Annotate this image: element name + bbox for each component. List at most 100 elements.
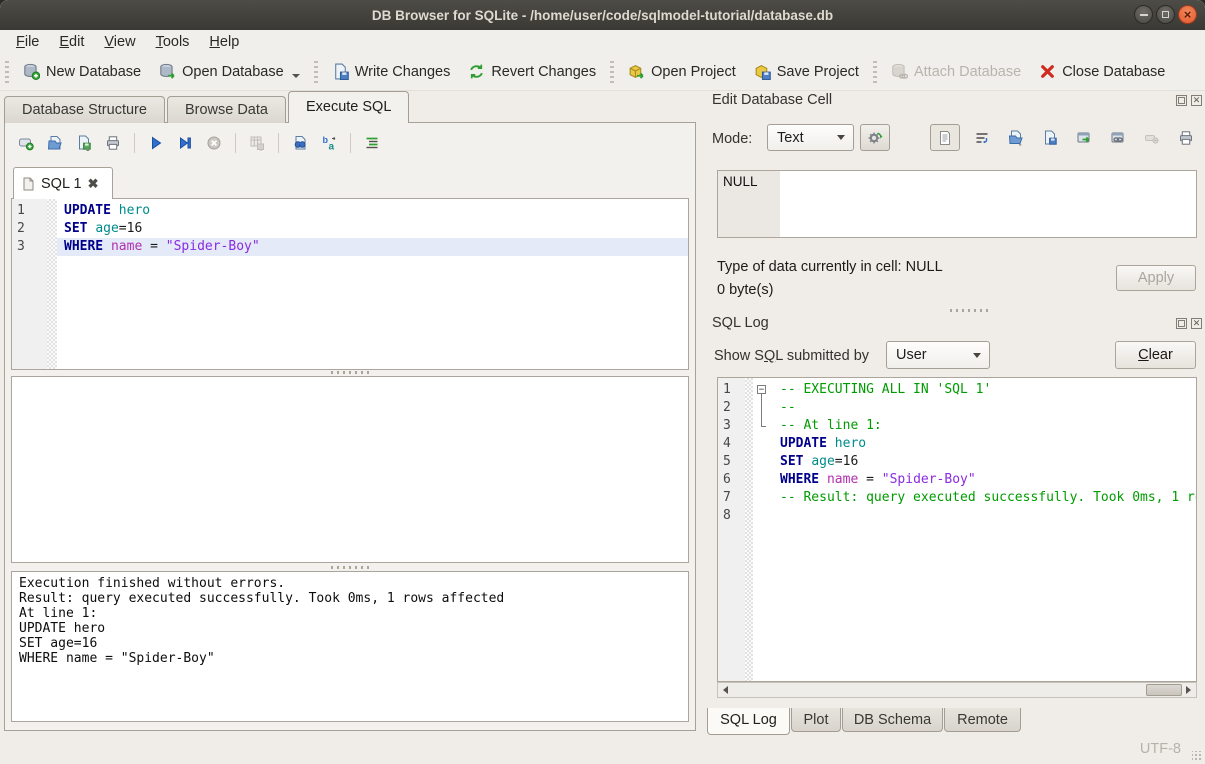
sql-tab-close-icon[interactable]: ✖ xyxy=(88,176,99,192)
dock-tab-plot[interactable]: Plot xyxy=(791,708,841,732)
main-toolbar: New Database Open Database Write Changes… xyxy=(0,53,1205,91)
revert-changes-button[interactable]: Revert Changes xyxy=(459,58,605,85)
tab-execute-sql[interactable]: Execute SQL xyxy=(288,91,409,123)
menu-help[interactable]: Help xyxy=(199,32,249,52)
sql-document-icon xyxy=(22,177,35,191)
scrollbar-thumb[interactable] xyxy=(1146,684,1182,696)
code-line: 4UPDATE hero xyxy=(718,435,1196,453)
new-database-button[interactable]: New Database xyxy=(14,58,150,85)
maximize-button[interactable] xyxy=(1156,5,1175,24)
resize-grip[interactable] xyxy=(1192,751,1202,761)
export-data-icon xyxy=(1042,130,1058,146)
open-external-button[interactable] xyxy=(1071,125,1096,150)
execute-all-button[interactable] xyxy=(143,130,169,156)
code-line: 2-- xyxy=(718,399,1196,417)
scroll-left-icon[interactable] xyxy=(718,683,733,697)
fold-marker-icon[interactable]: − xyxy=(753,381,773,399)
export-data-button[interactable] xyxy=(1037,125,1062,150)
code-line: 5SET age=16 xyxy=(718,453,1196,471)
open-project-icon xyxy=(628,63,645,80)
open-database-dropdown-caret[interactable] xyxy=(292,74,300,78)
text-mode-icon xyxy=(937,130,953,146)
revert-changes-label: Revert Changes xyxy=(491,64,596,80)
import-data-button[interactable] xyxy=(1003,125,1028,150)
code-line: 3WHERE name = "Spider-Boy" xyxy=(12,238,688,256)
toolbar-handle[interactable] xyxy=(610,61,614,83)
save-results-button xyxy=(244,130,270,156)
write-changes-button[interactable]: Write Changes xyxy=(323,58,460,85)
open-sql-file-button[interactable] xyxy=(42,130,68,156)
float-panel-icon[interactable] xyxy=(1176,318,1187,329)
print-cell-icon xyxy=(1178,130,1194,146)
open-project-button[interactable]: Open Project xyxy=(619,58,745,85)
menu-view[interactable]: View xyxy=(94,32,145,52)
save-results-icon xyxy=(249,135,265,151)
line-number: 7 xyxy=(718,489,745,507)
messages-pane[interactable]: Execution finished without errors.Result… xyxy=(11,571,689,722)
open-database-icon xyxy=(159,63,176,80)
line-number: 3 xyxy=(12,238,47,256)
float-panel-icon[interactable] xyxy=(1176,95,1187,106)
find-replace-button[interactable]: ba xyxy=(316,130,342,156)
print-cell-button[interactable] xyxy=(1173,125,1198,150)
toolbar-handle[interactable] xyxy=(873,61,877,83)
find-icon xyxy=(292,135,308,151)
save-project-icon xyxy=(754,63,771,80)
toolbar-handle[interactable] xyxy=(5,61,9,83)
log-filter-select[interactable]: User xyxy=(886,341,990,369)
toolbar-handle[interactable] xyxy=(314,61,318,83)
save-sql-file-button[interactable] xyxy=(71,130,97,156)
line-number: 2 xyxy=(718,399,745,417)
execute-current-line-button[interactable] xyxy=(172,130,198,156)
copy-link-button[interactable] xyxy=(1105,125,1130,150)
auto-switch-mode-button[interactable] xyxy=(860,124,890,151)
find-button[interactable] xyxy=(287,130,313,156)
title-bar[interactable]: DB Browser for SQLite - /home/user/code/… xyxy=(0,0,1205,31)
new-sql-tab-button[interactable] xyxy=(13,130,39,156)
menu-file[interactable]: File xyxy=(6,32,49,52)
print-button[interactable] xyxy=(100,130,126,156)
fold-margin xyxy=(753,507,773,525)
close-panel-icon[interactable]: ✕ xyxy=(1191,95,1202,106)
toolbar-separator xyxy=(350,133,351,153)
menu-tools[interactable]: Tools xyxy=(146,32,200,52)
minimize-button[interactable] xyxy=(1134,5,1153,24)
new-database-icon xyxy=(23,63,40,80)
menu-edit[interactable]: Edit xyxy=(49,32,94,52)
dock-tab-remote[interactable]: Remote xyxy=(944,708,1021,732)
execution-messages: Execution finished without errors.Result… xyxy=(19,576,681,666)
format-sql-button[interactable] xyxy=(359,130,385,156)
open-database-button[interactable]: Open Database xyxy=(150,58,309,85)
clear-log-button[interactable]: Clear xyxy=(1115,341,1196,369)
close-database-button[interactable]: Close Database xyxy=(1030,58,1174,85)
dock-tab-db-schema[interactable]: DB Schema xyxy=(842,708,943,732)
sql-editor[interactable]: 1UPDATE hero2SET age=163WHERE name = "Sp… xyxy=(11,198,689,370)
stop-button xyxy=(201,130,227,156)
change-margin xyxy=(745,471,753,489)
cell-editor[interactable]: NULL xyxy=(717,170,1197,238)
mode-select[interactable]: Text xyxy=(767,124,854,151)
log-horizontal-scrollbar[interactable] xyxy=(717,682,1197,698)
menu-bar: File Edit View Tools Help xyxy=(0,30,1205,53)
close-panel-icon[interactable]: ✕ xyxy=(1191,318,1202,329)
dock-panels-splitter[interactable] xyxy=(950,309,988,312)
tab-database-structure[interactable]: Database Structure xyxy=(4,96,165,123)
line-number: 6 xyxy=(718,471,745,489)
text-mode-button[interactable] xyxy=(930,124,960,151)
execute-sql-panel: ba SQL 1 ✖ 1UPDATE hero2SET age=163WHERE… xyxy=(4,122,696,731)
sql-log-view[interactable]: 1−-- EXECUTING ALL IN 'SQL 1'2--3-- At l… xyxy=(717,377,1197,682)
sql-document-tab[interactable]: SQL 1 ✖ xyxy=(13,167,113,199)
change-margin xyxy=(745,381,753,399)
close-button[interactable]: × xyxy=(1178,5,1197,24)
word-wrap-button[interactable] xyxy=(969,125,994,150)
encoding-indicator[interactable]: UTF-8 xyxy=(1140,741,1181,757)
save-project-button[interactable]: Save Project xyxy=(745,58,868,85)
dock-tab-sql-log[interactable]: SQL Log xyxy=(707,708,790,735)
sql-log-code: 1−-- EXECUTING ALL IN 'SQL 1'2--3-- At l… xyxy=(718,378,1196,525)
results-pane[interactable] xyxy=(11,376,689,563)
scroll-right-icon[interactable] xyxy=(1181,683,1196,697)
editor-results-splitter[interactable] xyxy=(331,371,369,374)
tab-browse-data[interactable]: Browse Data xyxy=(167,96,286,123)
print-icon xyxy=(105,135,121,151)
results-messages-splitter[interactable] xyxy=(331,566,369,569)
